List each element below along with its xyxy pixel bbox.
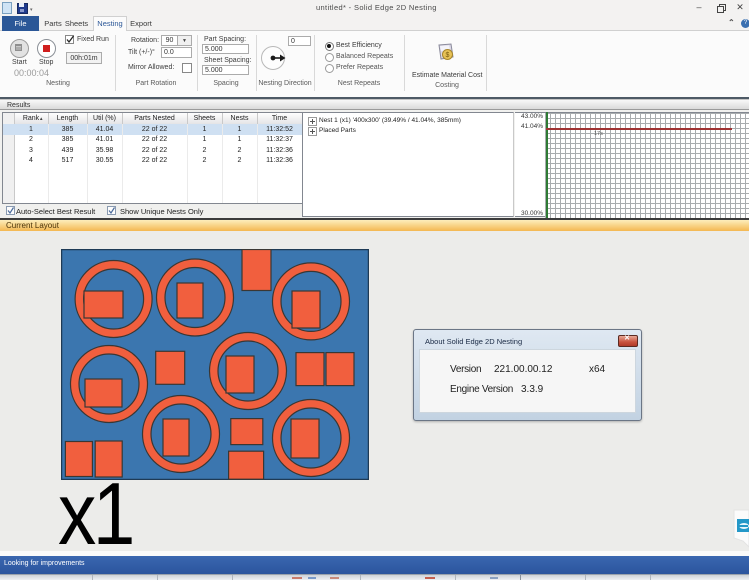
svg-text:$: $ <box>446 52 450 59</box>
